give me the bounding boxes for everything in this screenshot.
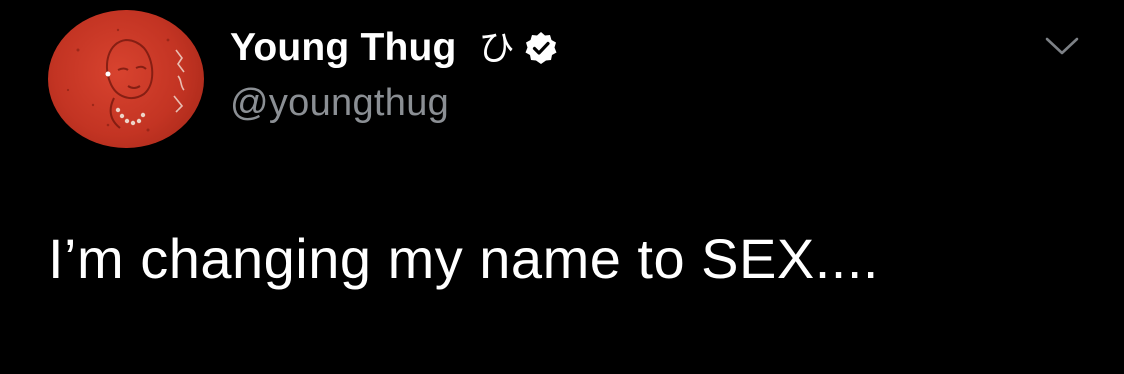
name-row: Young Thug ひ [230, 22, 559, 74]
user-handle[interactable]: @youngthug [230, 82, 559, 125]
name-emoji: ひ [478, 27, 515, 68]
chevron-down-icon[interactable] [1044, 34, 1080, 58]
verified-badge-icon [523, 30, 559, 66]
display-name[interactable]: Young Thug [230, 26, 457, 70]
tweet-text: I’m changing my name to SEX.... [48, 227, 879, 290]
avatar[interactable] [48, 10, 204, 148]
tweet-card: Young Thug ひ @youngthug I’m changing my … [0, 0, 1124, 374]
avatar-artwork [66, 28, 185, 132]
tweet-header: Young Thug ひ @youngthug [230, 22, 559, 142]
